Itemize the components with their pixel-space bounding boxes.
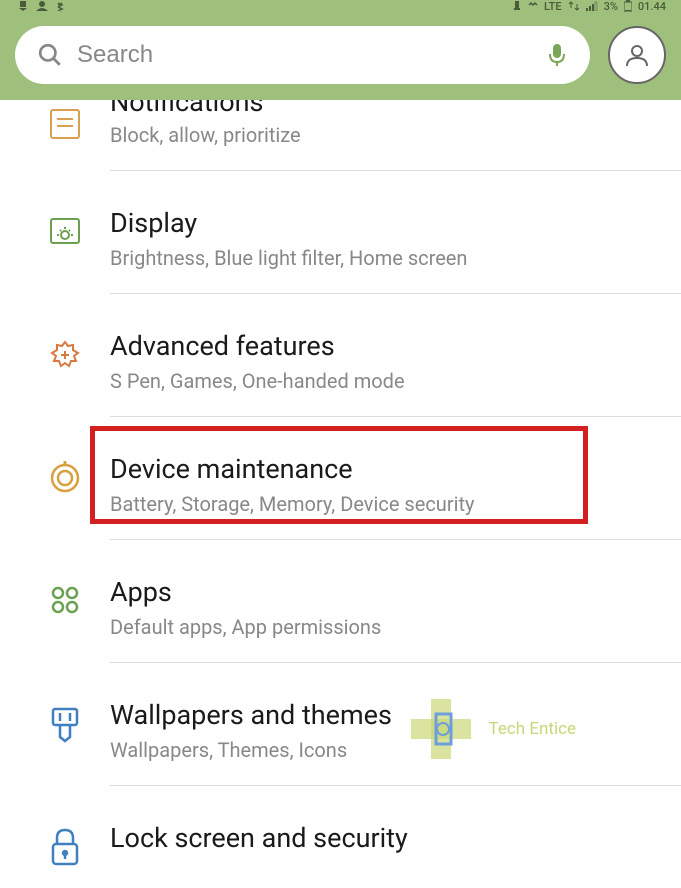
profile-button[interactable]: [608, 26, 666, 84]
advanced-icon: [46, 336, 84, 374]
signal-icon: [586, 1, 598, 11]
setting-apps[interactable]: Apps Default apps, App permissions: [20, 558, 681, 681]
download-icon: [18, 1, 28, 11]
setting-wallpapers[interactable]: Wallpapers and themes Wallpapers, Themes…: [20, 681, 681, 804]
device-maintenance-icon: [46, 459, 84, 497]
setting-title: Lock screen and security: [110, 822, 661, 854]
user-icon: [36, 1, 48, 11]
setting-title: Advanced features: [110, 330, 661, 362]
display-icon: [47, 213, 83, 249]
header: LTE 3% 01.44: [0, 0, 681, 100]
profile-icon: [622, 40, 652, 70]
setting-subtitle: Brightness, Blue light filter, Home scre…: [110, 245, 661, 271]
highlight-annotation: [90, 426, 588, 524]
setting-title: Notifications: [110, 100, 661, 118]
watermark-icon: [401, 689, 481, 769]
time-label: 01.44: [638, 0, 666, 13]
setting-notifications[interactable]: Notifications Block, allow, prioritize: [20, 100, 681, 189]
bluetooth-icon: [56, 1, 64, 11]
mic-icon[interactable]: [546, 42, 568, 68]
notifications-icon: [47, 106, 83, 142]
setting-subtitle: S Pen, Games, One-handed mode: [110, 368, 661, 394]
setting-advanced[interactable]: Advanced features S Pen, Games, One-hand…: [20, 312, 681, 435]
setting-lock-screen[interactable]: Lock screen and security: [20, 804, 681, 888]
watermark: Tech Entice: [401, 689, 576, 769]
battery-icon: [624, 0, 632, 12]
wallpapers-icon: [47, 705, 83, 745]
alarm-icon: [512, 1, 522, 11]
apps-icon: [47, 582, 83, 618]
battery-label: 3%: [604, 0, 618, 13]
vibrate-icon: [528, 1, 538, 11]
setting-title: Apps: [110, 576, 661, 608]
data-icon: [568, 1, 580, 11]
setting-title: Wallpapers and themes: [110, 699, 661, 731]
status-bar: LTE 3% 01.44: [15, 0, 666, 12]
setting-subtitle: Default apps, App permissions: [110, 614, 661, 640]
watermark-text: Tech Entice: [489, 719, 576, 739]
lte-label: LTE: [544, 0, 562, 13]
setting-subtitle: Block, allow, prioritize: [110, 122, 661, 148]
search-input[interactable]: [77, 41, 532, 69]
search-icon: [37, 42, 63, 68]
setting-subtitle: Wallpapers, Themes, Icons: [110, 737, 661, 763]
setting-title: Display: [110, 207, 661, 239]
setting-display[interactable]: Display Brightness, Blue light filter, H…: [20, 189, 681, 312]
search-bar[interactable]: [15, 26, 590, 84]
lock-icon: [49, 828, 81, 866]
